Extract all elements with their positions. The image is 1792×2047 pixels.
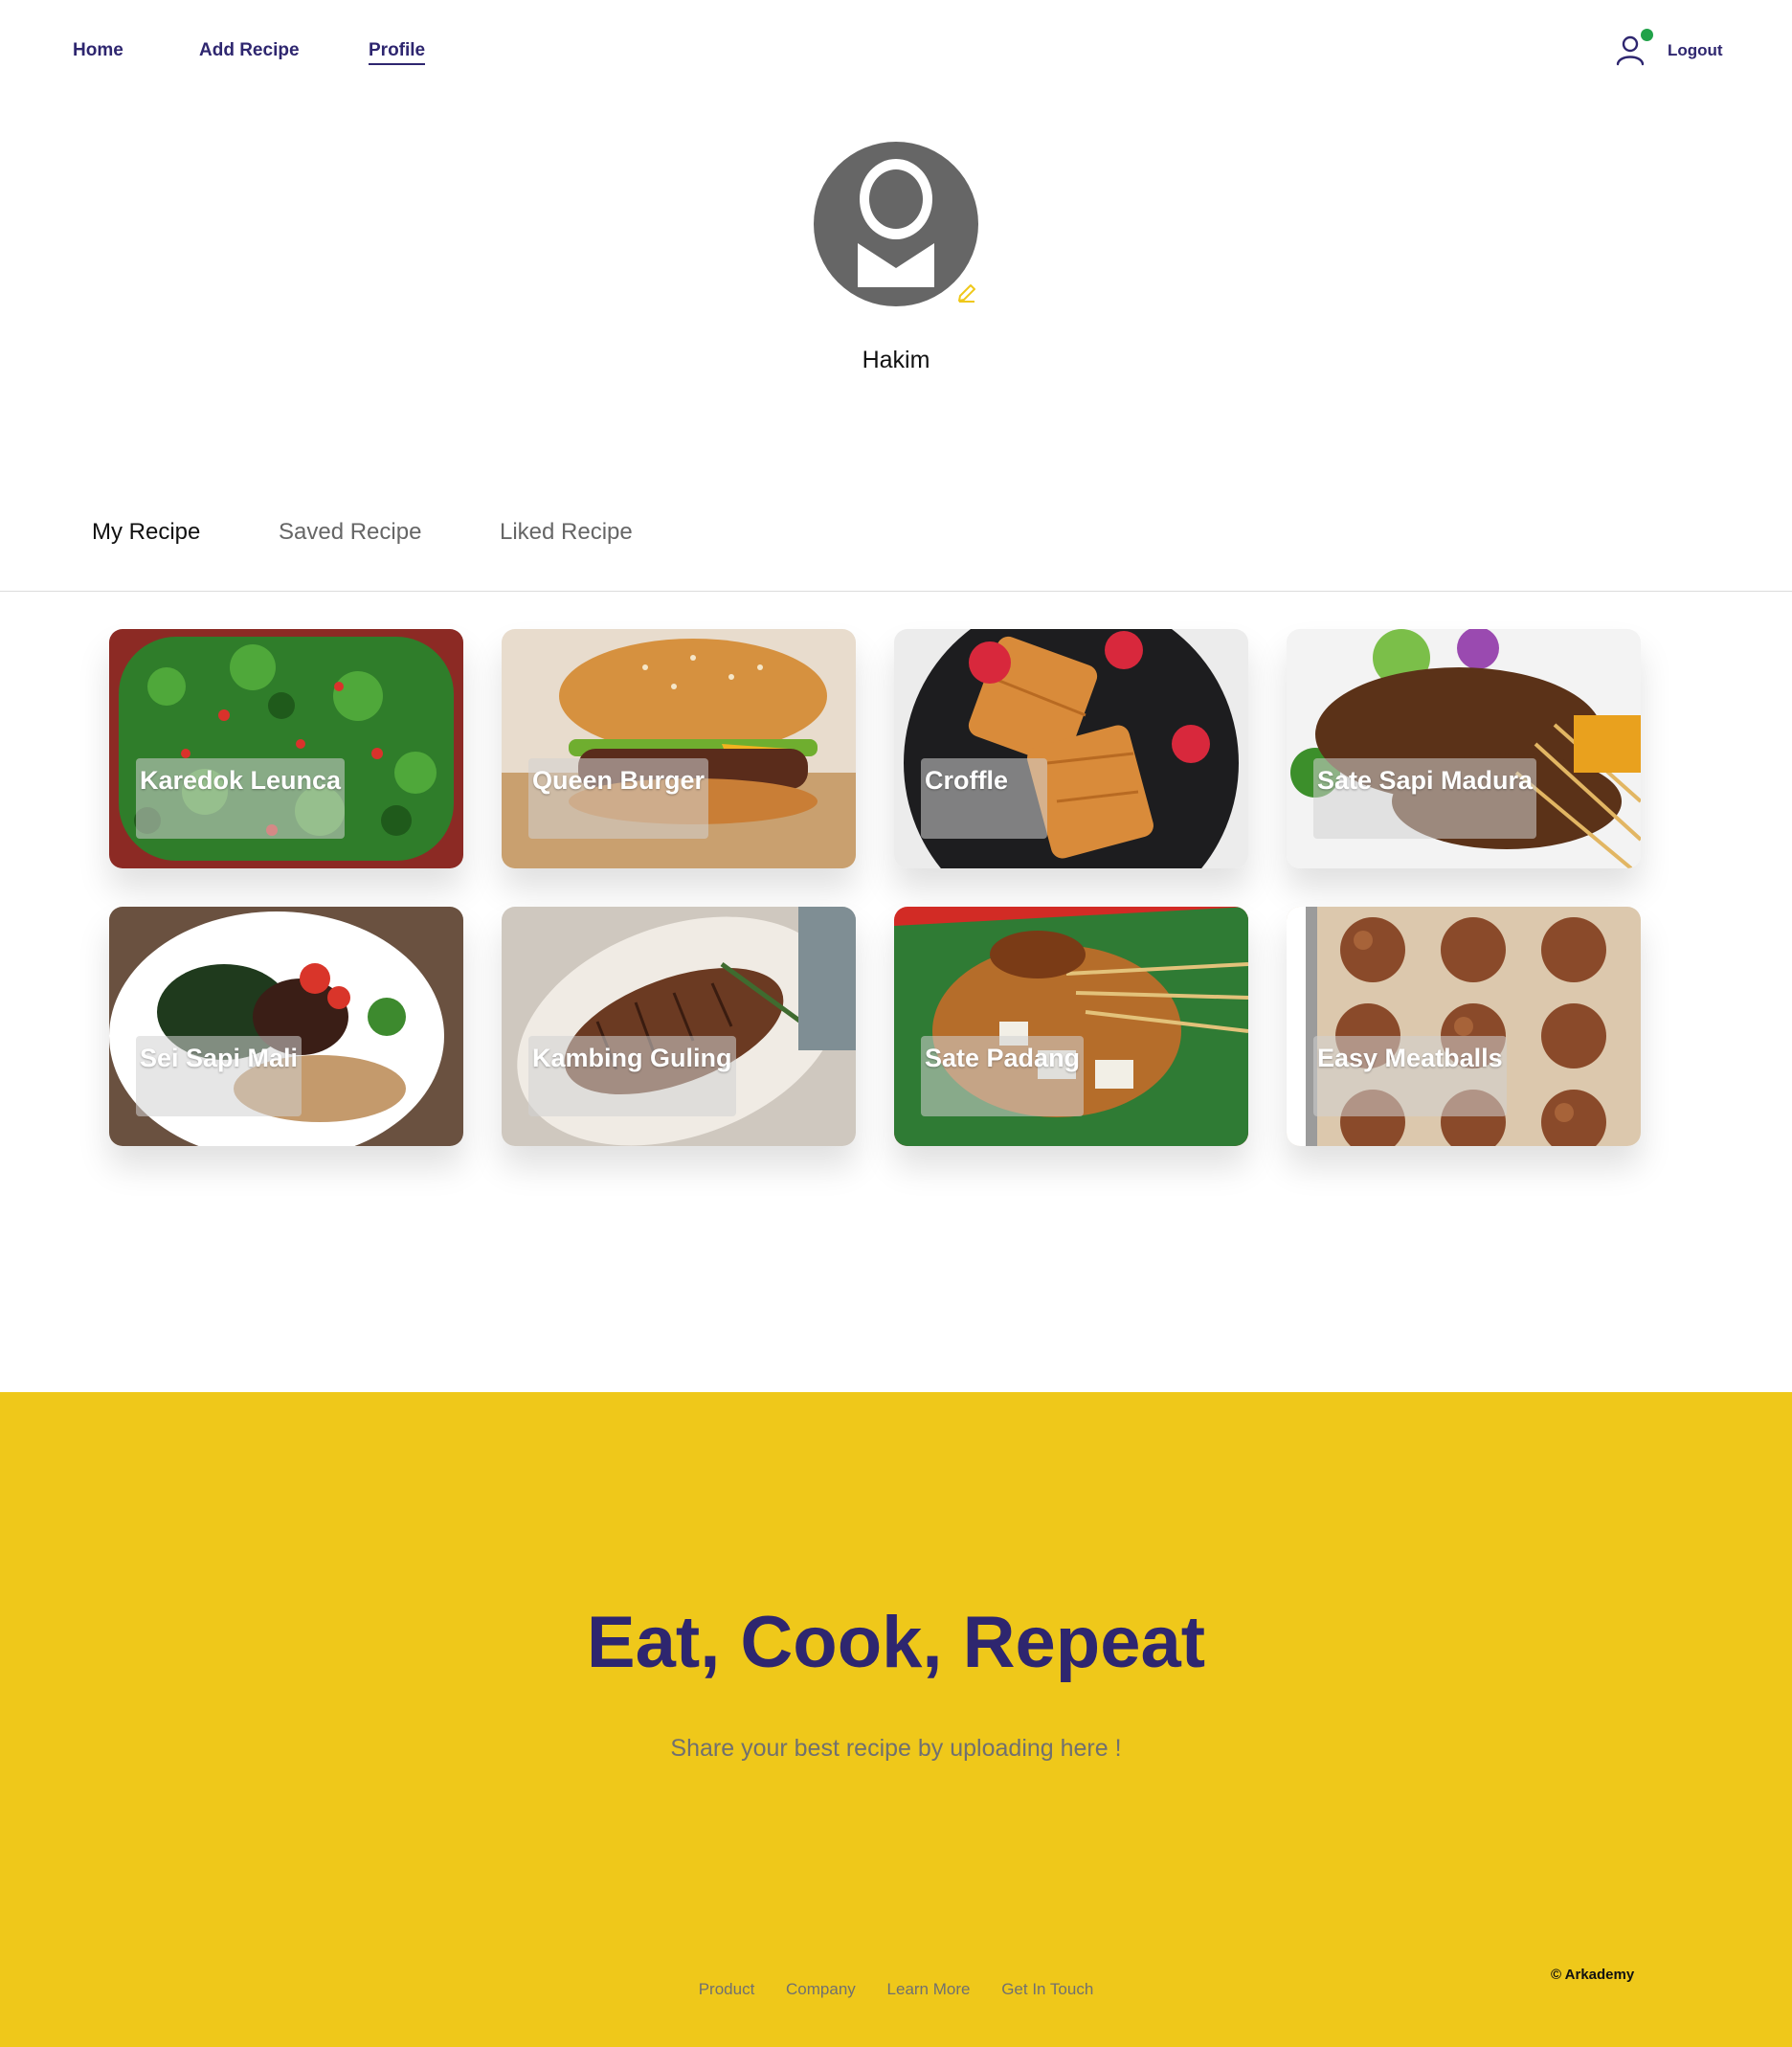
recipe-title: Sate Padang bbox=[921, 1036, 1085, 1116]
recipe-title: Kambing Guling bbox=[528, 1036, 736, 1116]
recipe-card[interactable]: Sei Sapi Mali bbox=[109, 907, 463, 1146]
recipe-card[interactable]: Queen Burger bbox=[502, 629, 856, 868]
logout-link[interactable]: Logout bbox=[1668, 41, 1723, 60]
recipe-card[interactable]: Sate Padang bbox=[894, 907, 1248, 1146]
footer: Eat, Cook, Repeat Share your best recipe… bbox=[0, 1392, 1792, 2047]
recipe-card[interactable]: Croffle bbox=[894, 629, 1248, 868]
avatar[interactable] bbox=[814, 142, 978, 306]
recipe-title: Queen Burger bbox=[528, 758, 709, 839]
default-avatar-icon bbox=[858, 159, 934, 287]
recipe-title: Croffle bbox=[921, 758, 1047, 839]
recipe-card[interactable]: Easy Meatballs bbox=[1287, 907, 1641, 1146]
recipe-title: Sate Sapi Madura bbox=[1313, 758, 1537, 839]
recipe-card[interactable]: Kambing Guling bbox=[502, 907, 856, 1146]
footer-link-get-in-touch[interactable]: Get In Touch bbox=[1001, 1980, 1093, 1998]
edit-pencil-icon[interactable] bbox=[955, 281, 978, 304]
tab-my-recipe[interactable]: My Recipe bbox=[92, 519, 200, 546]
recipe-card[interactable]: Karedok Leunca bbox=[109, 629, 463, 868]
recipe-title: Sei Sapi Mali bbox=[136, 1036, 302, 1116]
tab-liked-recipe[interactable]: Liked Recipe bbox=[500, 519, 633, 546]
recipe-title: Karedok Leunca bbox=[136, 758, 346, 839]
footer-link-product[interactable]: Product bbox=[699, 1980, 755, 1998]
nav-home-link[interactable]: Home bbox=[73, 40, 123, 61]
nav-profile-link[interactable]: Profile bbox=[369, 40, 426, 65]
online-status-dot bbox=[1641, 29, 1653, 41]
tab-saved-recipe[interactable]: Saved Recipe bbox=[279, 519, 421, 546]
nav-add-recipe-link[interactable]: Add Recipe bbox=[199, 40, 300, 61]
footer-copyright: © Arkademy bbox=[1551, 1967, 1635, 1983]
recipe-card[interactable]: Sate Sapi Madura bbox=[1287, 629, 1641, 868]
footer-link-learn-more[interactable]: Learn More bbox=[887, 1980, 971, 1998]
footer-subtitle: Share your best recipe by uploading here… bbox=[670, 1735, 1122, 1762]
recipe-title: Easy Meatballs bbox=[1313, 1036, 1507, 1116]
profile-username: Hakim bbox=[862, 347, 930, 373]
recipe-tabs: My Recipe Saved Recipe Liked Recipe bbox=[0, 507, 1792, 592]
footer-title: Eat, Cook, Repeat bbox=[586, 1602, 1206, 1683]
footer-link-company[interactable]: Company bbox=[786, 1980, 856, 1998]
top-navbar: Home Add Recipe Profile Logout bbox=[0, 0, 1792, 105]
footer-links: Product Company Learn More Get In Touch bbox=[0, 1980, 1792, 1999]
profile-avatar-area bbox=[814, 142, 980, 308]
